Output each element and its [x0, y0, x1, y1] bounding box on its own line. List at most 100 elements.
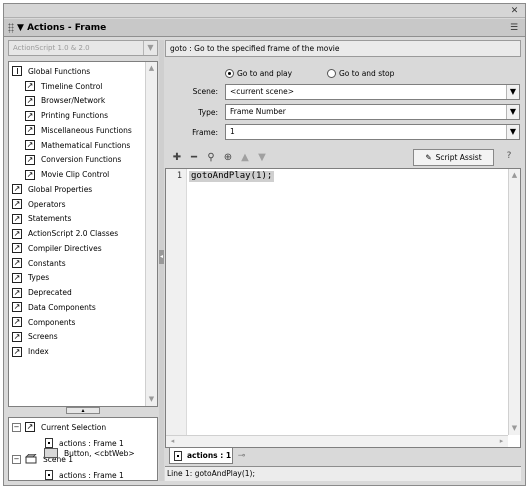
- nav-scene-button-item[interactable]: Button, <cbtWeb>: [44, 446, 135, 460]
- type-select[interactable]: Frame Number ▼: [225, 104, 520, 120]
- code-line[interactable]: gotoAndPlay(1);: [189, 171, 275, 182]
- nav-scene-button-label: Button, <cbtWeb>: [64, 448, 135, 458]
- editor-horizontal-scrollbar[interactable]: ◂ ▸: [166, 435, 508, 447]
- toolbox-item[interactable]: Miscellaneous Functions: [12, 123, 142, 138]
- chevron-down-icon[interactable]: ▼: [506, 105, 519, 119]
- toolbox-item[interactable]: Screens: [12, 330, 142, 345]
- frame-script-icon: [174, 450, 182, 461]
- scroll-right-icon[interactable]: ▸: [496, 436, 507, 447]
- scroll-up-icon[interactable]: ▲: [146, 63, 157, 74]
- delete-statement-icon[interactable]: ━: [188, 152, 200, 164]
- type-label: Type:: [198, 108, 218, 117]
- toolbox-item[interactable]: Global Functions: [12, 64, 142, 79]
- toolbox-item-label: Conversion Functions: [41, 155, 122, 165]
- toolbox-item-label: Screens: [28, 332, 58, 342]
- toolbox-item[interactable]: Constants: [12, 256, 142, 271]
- scene-select-value: <current scene>: [230, 87, 295, 96]
- add-statement-icon[interactable]: ✚: [171, 152, 183, 164]
- radio-stop-indicator[interactable]: [327, 68, 336, 78]
- find-icon[interactable]: ⚲: [205, 152, 217, 164]
- nav-scene-frame-item[interactable]: actions : Frame 1: [45, 468, 124, 482]
- status-text: Line 1: gotoAndPlay(1);: [167, 469, 256, 478]
- nav-current-selection[interactable]: − Current Selection: [12, 420, 106, 434]
- toolbox-item-label: Mathematical Functions: [41, 140, 131, 150]
- radio-go-to-and-play[interactable]: Go to and play: [225, 67, 292, 79]
- toolbox-scrollbar[interactable]: ▲ ▼: [145, 62, 157, 406]
- pane-splitter[interactable]: ▴: [8, 407, 158, 415]
- toolbox-item[interactable]: Movie Clip Control: [12, 167, 142, 182]
- drag-grip-icon[interactable]: [8, 23, 14, 33]
- close-icon[interactable]: ✕: [510, 7, 519, 16]
- radio-play-indicator[interactable]: [225, 68, 234, 78]
- toolbox-item-label: ActionScript 2.0 Classes: [28, 229, 119, 239]
- frame-label: Frame:: [192, 128, 218, 137]
- book-icon: [25, 95, 35, 106]
- panel-header[interactable]: ▼ Actions - Frame ☰: [4, 19, 525, 37]
- toolbox-item[interactable]: Browser/Network: [12, 94, 142, 109]
- frame-script-icon: [45, 470, 53, 480]
- book-icon: [12, 272, 22, 283]
- collapse-left-icon[interactable]: ◂: [159, 250, 164, 264]
- line-number: 1: [176, 171, 182, 181]
- toolbox-item-label: Miscellaneous Functions: [41, 125, 132, 135]
- book-icon: [25, 125, 35, 136]
- toolbox-item-label: Index: [28, 347, 49, 357]
- toolbox-item[interactable]: Operators: [12, 197, 142, 212]
- book-open-icon: [12, 66, 22, 77]
- book-icon: [12, 346, 22, 357]
- chevron-down-icon[interactable]: ▼: [143, 41, 157, 55]
- move-up-icon[interactable]: ▲: [239, 152, 251, 164]
- book-icon: [12, 243, 22, 254]
- book-icon: [25, 140, 35, 151]
- insert-target-path-icon[interactable]: ⊕: [222, 152, 234, 164]
- book-icon: [25, 81, 35, 92]
- book-icon: [25, 154, 35, 165]
- scroll-left-icon[interactable]: ◂: [167, 436, 178, 447]
- toolbox-item[interactable]: Conversion Functions: [12, 153, 142, 168]
- scroll-down-icon[interactable]: ▼: [509, 423, 520, 434]
- toolbox-collapse-bar[interactable]: ◂: [159, 40, 164, 481]
- version-select-value: ActionScript 1.0 & 2.0: [13, 44, 90, 52]
- help-icon[interactable]: ?: [503, 150, 515, 162]
- panel-menu-icon[interactable]: ☰: [510, 23, 520, 33]
- chevron-down-icon[interactable]: ▼: [506, 125, 519, 139]
- window-title-strip: ✕: [4, 4, 525, 18]
- chevron-down-icon[interactable]: ▼: [506, 85, 519, 99]
- toolbox-item[interactable]: Timeline Control: [12, 79, 142, 94]
- wand-icon: ✎: [425, 153, 432, 162]
- actionscript-version-select[interactable]: ActionScript 1.0 & 2.0 ▼: [8, 40, 158, 56]
- toolbox-item[interactable]: ActionScript 2.0 Classes: [12, 226, 142, 241]
- scroll-down-icon[interactable]: ▼: [146, 394, 157, 405]
- pin-icon[interactable]: ⊸: [236, 451, 247, 462]
- toolbox-item-label: Types: [28, 273, 50, 283]
- scene-select[interactable]: <current scene> ▼: [225, 84, 520, 100]
- toolbox-item[interactable]: Printing Functions: [12, 108, 142, 123]
- script-assist-label: Script Assist: [435, 153, 482, 162]
- toolbox-item[interactable]: Compiler Directives: [12, 241, 142, 256]
- toolbox-item-label: Constants: [28, 258, 66, 268]
- scroll-up-icon[interactable]: ▲: [509, 170, 520, 181]
- current-selection-icon: [25, 422, 35, 432]
- toolbox-item[interactable]: Statements: [12, 212, 142, 227]
- toolbox-item-label: Movie Clip Control: [41, 170, 110, 180]
- script-editor[interactable]: 1 gotoAndPlay(1); ▲ ▼ ◂ ▸: [165, 168, 521, 448]
- script-assist-button[interactable]: ✎ Script Assist: [413, 149, 494, 166]
- splitter-toggle-icon[interactable]: ▴: [66, 407, 100, 414]
- toolbox-item[interactable]: Deprecated: [12, 285, 142, 300]
- toolbox-item[interactable]: Components: [12, 315, 142, 330]
- frame-select[interactable]: 1 ▼: [225, 124, 520, 140]
- action-info-bar: goto : Go to the specified frame of the …: [165, 40, 521, 57]
- move-down-icon[interactable]: ▼: [256, 152, 268, 164]
- radio-go-to-and-stop[interactable]: Go to and stop: [327, 67, 394, 79]
- collapse-icon[interactable]: −: [12, 422, 21, 432]
- toolbox-item[interactable]: Global Properties: [12, 182, 142, 197]
- tab-actions-1[interactable]: actions : 1: [169, 448, 233, 464]
- toolbox-item[interactable]: Data Components: [12, 300, 142, 315]
- toolbox-item[interactable]: Mathematical Functions: [12, 138, 142, 153]
- toolbox-item[interactable]: Index: [12, 344, 142, 359]
- editor-vertical-scrollbar[interactable]: ▲ ▼: [508, 169, 520, 435]
- collapse-arrow-icon[interactable]: ▼: [17, 23, 24, 33]
- collapse-icon[interactable]: −: [12, 454, 21, 464]
- book-icon: [12, 199, 22, 210]
- toolbox-item[interactable]: Types: [12, 271, 142, 286]
